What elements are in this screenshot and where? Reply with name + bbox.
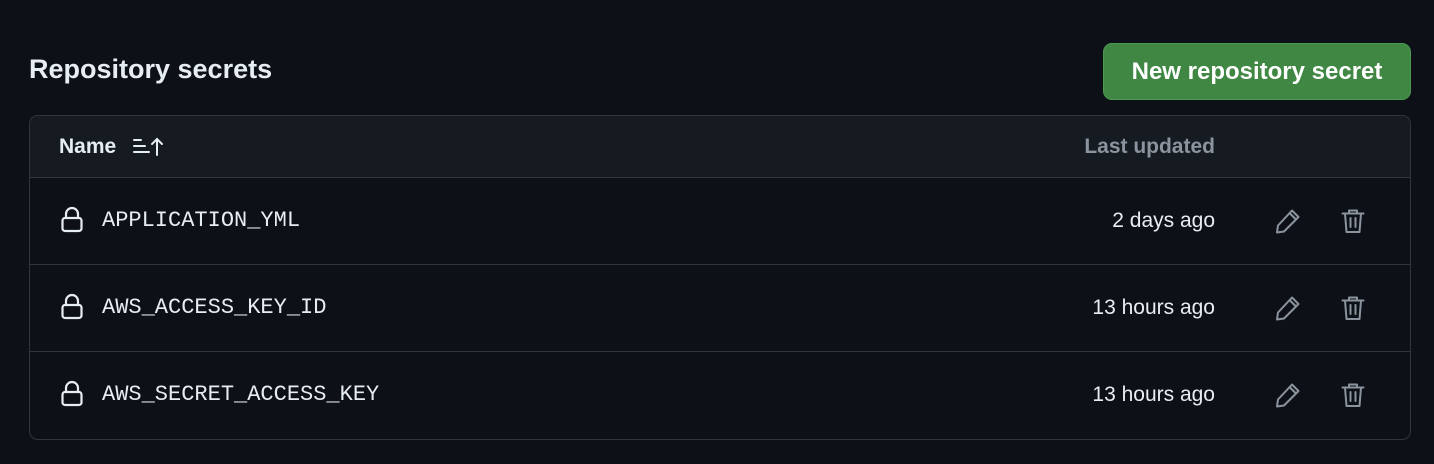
new-repository-secret-button[interactable]: New repository secret	[1103, 43, 1411, 100]
secret-updated: 2 days ago	[1112, 209, 1215, 232]
column-header-name: Name	[59, 135, 117, 158]
column-header-last-updated: Last updated	[1084, 135, 1215, 158]
section-title: Repository secrets	[29, 54, 273, 84]
secrets-page: Repository secrets New repository secret…	[0, 0, 1434, 464]
secret-name: AWS_ACCESS_KEY_ID	[102, 295, 327, 320]
secret-name: AWS_SECRET_ACCESS_KEY	[102, 382, 380, 407]
lock-icon	[60, 293, 84, 321]
pencil-icon[interactable]	[1273, 293, 1303, 323]
sort-ascending-icon[interactable]	[133, 135, 165, 159]
trash-icon[interactable]	[1338, 380, 1368, 410]
secret-updated: 13 hours ago	[1092, 296, 1215, 319]
secret-updated: 13 hours ago	[1092, 383, 1215, 406]
new-repository-secret-label: New repository secret	[1131, 57, 1383, 85]
trash-icon[interactable]	[1338, 206, 1368, 236]
table-row: AWS_SECRET_ACCESS_KEY 13 hours ago	[30, 352, 1410, 439]
secret-name: APPLICATION_YML	[102, 208, 301, 233]
pencil-icon[interactable]	[1273, 206, 1303, 236]
table-row: APPLICATION_YML 2 days ago	[30, 178, 1410, 265]
pencil-icon[interactable]	[1273, 380, 1303, 410]
lock-icon	[60, 380, 84, 408]
lock-icon	[60, 206, 84, 234]
table-row: AWS_ACCESS_KEY_ID 13 hours ago	[30, 265, 1410, 352]
trash-icon[interactable]	[1338, 293, 1368, 323]
table-header: Name Last updated	[30, 116, 1410, 178]
secrets-table: Name Last updated APPLICATION_YML 2 days…	[29, 115, 1411, 440]
